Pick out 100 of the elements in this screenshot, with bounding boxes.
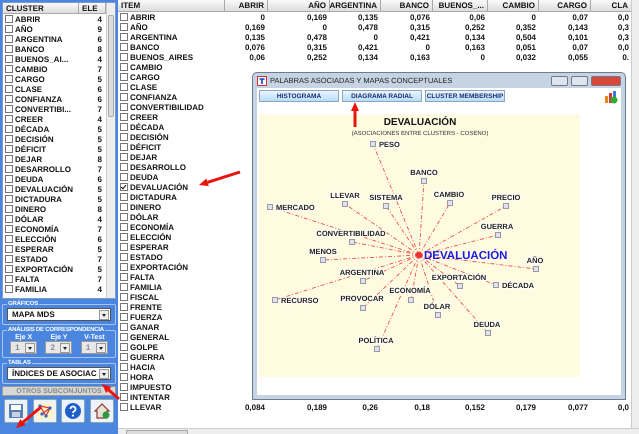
checkbox[interactable]: [5, 55, 13, 63]
node-marker[interactable]: [421, 178, 427, 184]
checkbox[interactable]: [120, 73, 128, 81]
checkbox[interactable]: [120, 63, 128, 71]
node-marker[interactable]: [493, 282, 499, 288]
node-marker[interactable]: [272, 297, 278, 303]
checkbox[interactable]: [5, 45, 13, 53]
checkbox[interactable]: [120, 183, 128, 191]
checkbox[interactable]: [120, 203, 128, 211]
checkbox[interactable]: [5, 195, 13, 203]
checkbox[interactable]: [120, 273, 128, 281]
column-header[interactable]: ABRIR: [225, 0, 268, 12]
checkbox[interactable]: [120, 323, 128, 331]
column-header[interactable]: CLUSTER: [3, 3, 79, 14]
minimize-button[interactable]: [551, 76, 568, 86]
column-header[interactable]: AÑO: [268, 0, 330, 12]
checkbox[interactable]: [5, 115, 13, 123]
checkbox[interactable]: [120, 93, 128, 101]
checkbox[interactable]: [120, 113, 128, 121]
column-header[interactable]: BUENOS_...: [433, 0, 488, 12]
checkbox[interactable]: [5, 95, 13, 103]
checkbox[interactable]: [5, 85, 13, 93]
node-marker[interactable]: [360, 278, 366, 284]
column-header[interactable]: CAMBIO: [488, 0, 539, 12]
caret-icon[interactable]: [99, 368, 109, 378]
checkbox[interactable]: [120, 163, 128, 171]
checkbox[interactable]: [120, 313, 128, 321]
checkbox[interactable]: [5, 155, 13, 163]
checkbox[interactable]: [120, 23, 128, 31]
column-header[interactable]: ARGENTINA: [330, 0, 381, 12]
toolbar-button[interactable]: [61, 399, 86, 423]
checkbox[interactable]: [120, 173, 128, 181]
checkbox[interactable]: [120, 373, 128, 381]
checkbox[interactable]: [120, 233, 128, 241]
dropdown[interactable]: MAPA MDS: [7, 308, 111, 321]
checkbox[interactable]: [120, 263, 128, 271]
checkbox[interactable]: [5, 125, 13, 133]
checkbox[interactable]: [120, 363, 128, 371]
column-header[interactable]: ELE: [79, 3, 106, 14]
checkbox[interactable]: [120, 353, 128, 361]
column-header[interactable]: CARGO: [539, 0, 591, 12]
checkbox[interactable]: [120, 53, 128, 61]
node-marker[interactable]: [435, 312, 441, 318]
checkbox[interactable]: [120, 243, 128, 251]
checkbox[interactable]: [120, 333, 128, 341]
dropdown[interactable]: ÍNDICES DE ASOCIAC: [7, 367, 111, 380]
checkbox[interactable]: [120, 213, 128, 221]
column-header[interactable]: ITEM: [118, 0, 225, 12]
bar-chart-icon[interactable]: [604, 90, 618, 104]
checkbox[interactable]: [5, 265, 13, 273]
node-marker[interactable]: [370, 141, 376, 147]
checkbox[interactable]: [120, 403, 128, 411]
checkbox[interactable]: [5, 15, 13, 23]
checkbox[interactable]: [120, 43, 128, 51]
checkbox[interactable]: [120, 83, 128, 91]
checkbox[interactable]: [5, 145, 13, 153]
caret-icon[interactable]: [99, 310, 109, 320]
checkbox[interactable]: [5, 105, 13, 113]
close-button[interactable]: [591, 76, 621, 86]
maximize-button[interactable]: [571, 76, 588, 86]
checkbox[interactable]: [120, 253, 128, 261]
checkbox[interactable]: [5, 75, 13, 83]
checkbox[interactable]: [120, 223, 128, 231]
node-marker[interactable]: [383, 203, 389, 209]
checkbox[interactable]: [120, 383, 128, 391]
toolbar-button[interactable]: [4, 399, 28, 423]
checkbox[interactable]: [5, 235, 13, 243]
checkbox[interactable]: [120, 283, 128, 291]
toolbar-button[interactable]: [90, 399, 114, 423]
checkbox[interactable]: [120, 303, 128, 311]
checkbox[interactable]: [5, 205, 13, 213]
checkbox[interactable]: [120, 103, 128, 111]
column-header[interactable]: BANCO: [381, 0, 433, 12]
checkbox[interactable]: [5, 185, 13, 193]
node-marker[interactable]: [320, 257, 326, 263]
checkbox[interactable]: [120, 343, 128, 351]
checkbox[interactable]: [5, 275, 13, 283]
checkbox[interactable]: [5, 175, 13, 183]
checkbox[interactable]: [5, 215, 13, 223]
checkbox[interactable]: [120, 123, 128, 131]
node-marker[interactable]: [267, 204, 273, 210]
toolbar-button[interactable]: [32, 399, 57, 423]
node-marker[interactable]: [495, 232, 501, 238]
node-marker[interactable]: [533, 266, 539, 272]
checkbox[interactable]: [5, 245, 13, 253]
node-marker[interactable]: [447, 200, 453, 206]
checkbox[interactable]: [120, 133, 128, 141]
checkbox[interactable]: [5, 25, 13, 33]
node-marker[interactable]: [374, 346, 380, 352]
scrollbar[interactable]: [631, 0, 639, 428]
checkbox[interactable]: [120, 393, 128, 401]
checkbox[interactable]: [5, 165, 13, 173]
node-marker[interactable]: [485, 330, 491, 336]
checkbox[interactable]: [5, 285, 13, 293]
checkbox[interactable]: [120, 33, 128, 41]
node-marker[interactable]: [349, 239, 355, 245]
checkbox[interactable]: [5, 135, 13, 143]
checkbox[interactable]: [120, 13, 128, 21]
column-header[interactable]: CLA: [591, 0, 631, 12]
checkbox[interactable]: [5, 225, 13, 233]
